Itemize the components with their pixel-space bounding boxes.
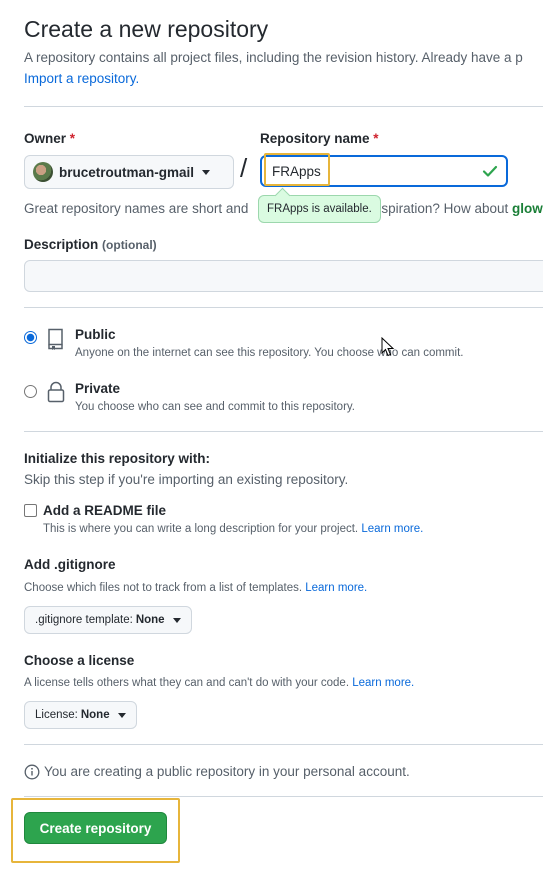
mouse-cursor-icon xyxy=(381,337,395,357)
initialize-title: Initialize this repository with: xyxy=(24,451,211,466)
private-radio[interactable] xyxy=(24,385,37,398)
owner-label-text: Owner xyxy=(24,131,67,146)
gitignore-description: Choose which files not to track from a l… xyxy=(24,582,367,594)
repo-name-label: Repository name * xyxy=(260,131,379,146)
license-select-value: None xyxy=(80,709,110,721)
gitignore-select-value: None xyxy=(135,614,165,626)
import-repository-link[interactable]: Import a repository. xyxy=(24,71,139,86)
license-learn-more-link[interactable]: Learn more. xyxy=(352,677,414,689)
gitignore-select-prefix: .gitignore template: xyxy=(35,614,133,626)
gitignore-learn-more-link[interactable]: Learn more. xyxy=(305,582,367,594)
public-title: Public xyxy=(75,327,116,342)
owner-value: brucetroutman-gmail xyxy=(59,164,195,180)
info-icon xyxy=(24,764,40,780)
readme-label[interactable]: Add a README file xyxy=(43,503,166,518)
license-description-text: A license tells others what they can and… xyxy=(24,677,350,689)
caret-down-icon xyxy=(117,712,126,718)
create-repository-button[interactable]: Create repository xyxy=(24,812,167,844)
lock-icon xyxy=(47,381,65,403)
page-title: Create a new repository xyxy=(24,16,269,42)
gitignore-description-text: Choose which files not to track from a l… xyxy=(24,582,303,594)
repo-icon xyxy=(48,328,63,350)
owner-select-button[interactable]: brucetroutman-gmail xyxy=(24,155,234,189)
check-icon xyxy=(482,165,498,177)
repo-name-input[interactable] xyxy=(270,163,482,179)
license-select-prefix: License: xyxy=(35,709,78,721)
owner-label: Owner * xyxy=(24,131,75,146)
divider xyxy=(24,106,543,107)
optional-tag: (optional) xyxy=(102,238,157,252)
readme-description-text: This is where you can write a long descr… xyxy=(43,523,359,535)
gitignore-title: Add .gitignore xyxy=(24,557,116,572)
readme-checkbox[interactable] xyxy=(24,504,37,517)
divider xyxy=(24,307,543,308)
private-title: Private xyxy=(75,381,121,396)
license-select[interactable]: License: None xyxy=(24,701,137,729)
caret-down-icon xyxy=(172,617,181,623)
divider xyxy=(24,744,543,745)
repo-name-field[interactable] xyxy=(260,155,508,187)
gitignore-template-select[interactable]: .gitignore template: None xyxy=(24,606,192,634)
private-description: You choose who can see and commit to thi… xyxy=(75,401,355,413)
availability-tooltip: FRApps is available. xyxy=(258,195,381,223)
name-hint-before: Great repository names are short and xyxy=(24,201,249,216)
description-label-text: Description xyxy=(24,237,99,252)
public-radio[interactable] xyxy=(24,331,37,344)
divider xyxy=(24,431,543,432)
public-notice: You are creating a public repository in … xyxy=(44,764,410,779)
name-hint-after: nspiration? How about xyxy=(373,201,509,216)
repo-name-label-text: Repository name xyxy=(260,131,370,146)
public-description: Anyone on the internet can see this repo… xyxy=(75,347,464,359)
description-input[interactable] xyxy=(24,260,543,292)
required-mark: * xyxy=(373,131,379,146)
readme-learn-more-link[interactable]: Learn more. xyxy=(361,523,423,535)
readme-description: This is where you can write a long descr… xyxy=(43,523,423,535)
name-suggestion[interactable]: glow xyxy=(512,201,543,216)
description-label: Description (optional) xyxy=(24,237,157,252)
divider xyxy=(24,796,543,797)
initialize-subtitle: Skip this step if you're importing an ex… xyxy=(24,472,349,487)
caret-down-icon xyxy=(202,169,211,175)
owner-repo-separator: / xyxy=(240,153,248,183)
avatar xyxy=(33,162,53,182)
license-title: Choose a license xyxy=(24,653,135,668)
license-description: A license tells others what they can and… xyxy=(24,677,414,689)
required-mark: * xyxy=(69,131,76,146)
page-intro: A repository contains all project files,… xyxy=(24,50,523,65)
